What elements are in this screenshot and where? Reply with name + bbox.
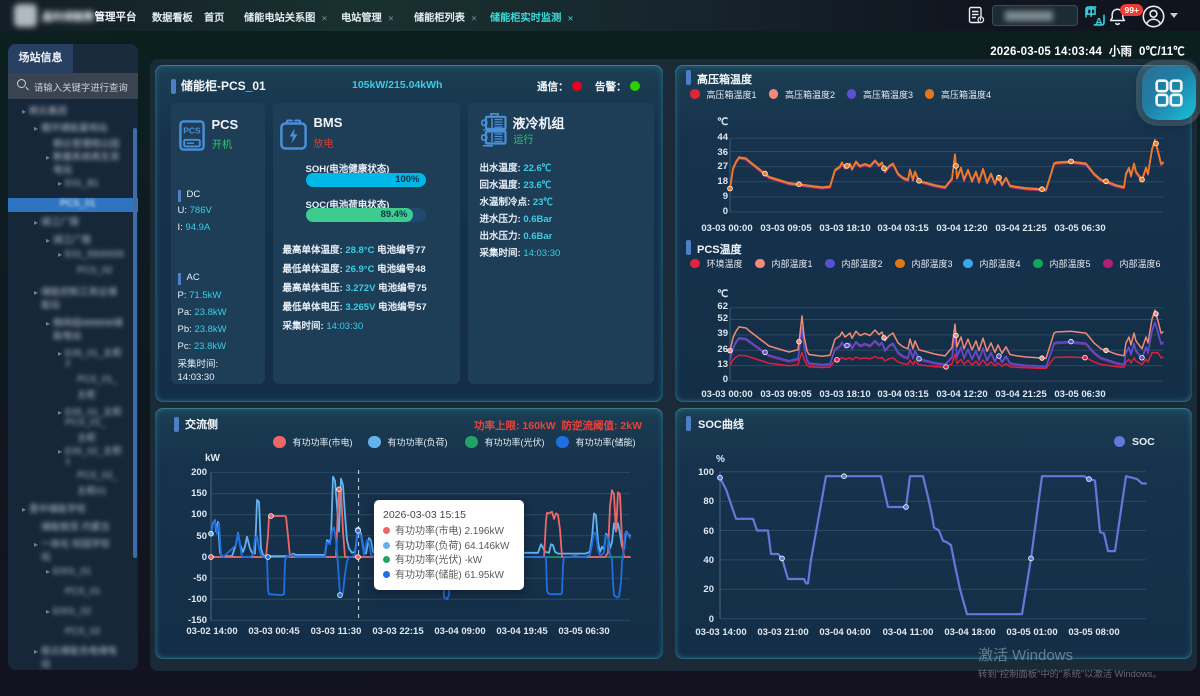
svg-text:PCS: PCS: [183, 125, 201, 135]
svg-text:A: A: [1095, 16, 1103, 27]
